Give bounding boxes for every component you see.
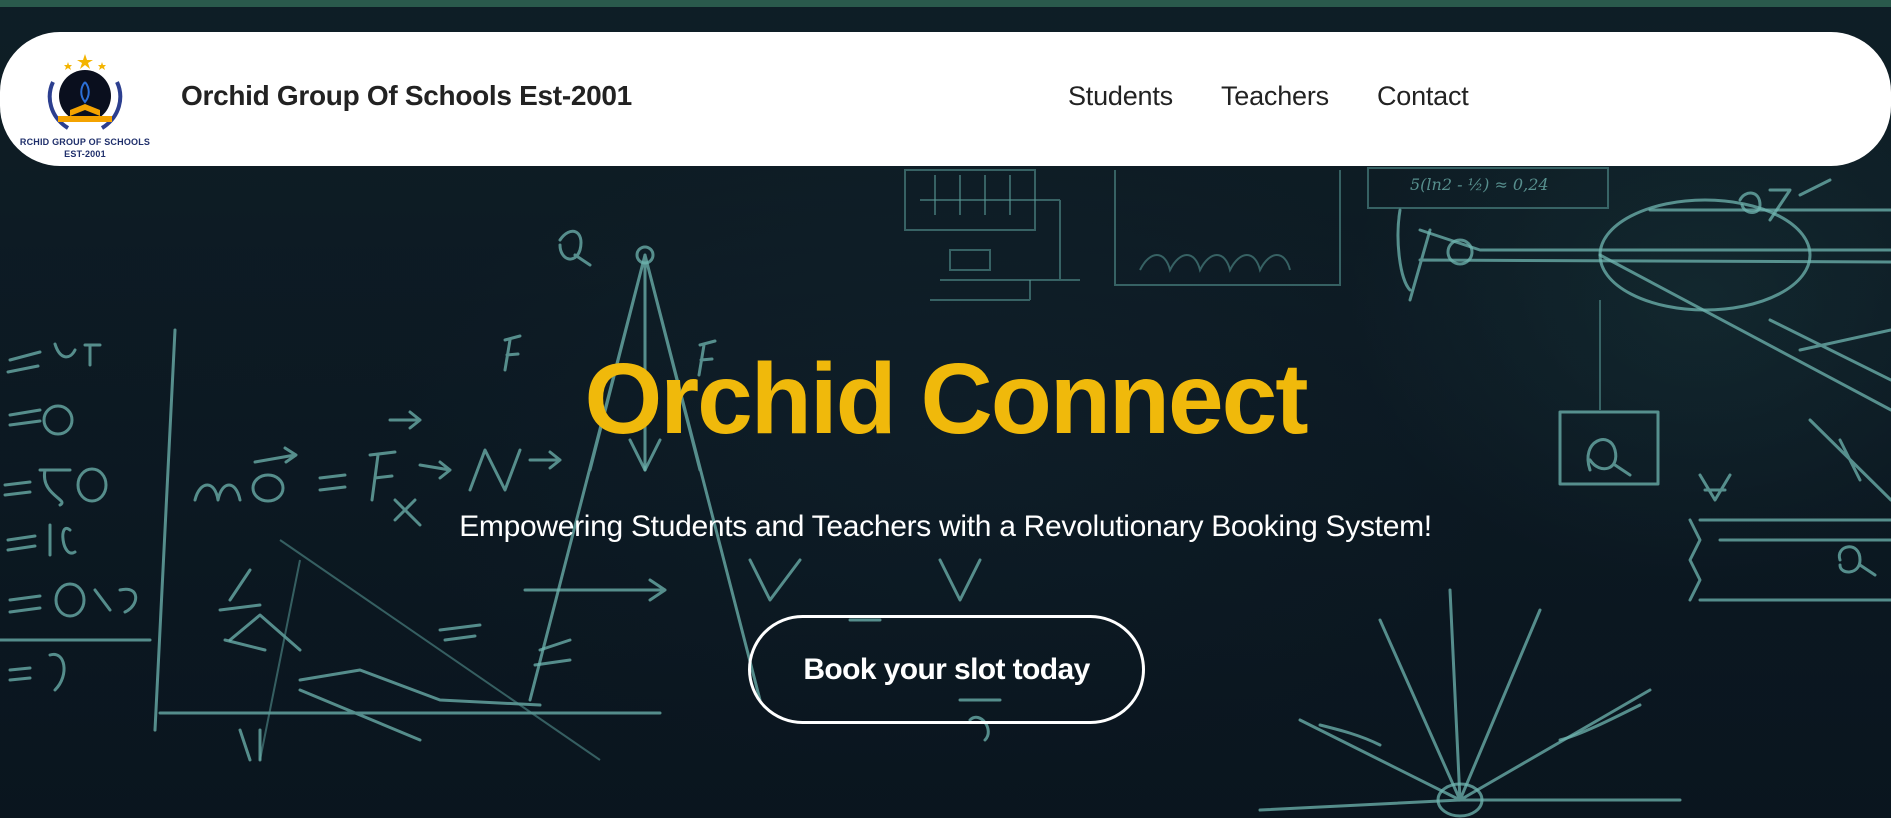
logo-caption: RCHID GROUP OF SCHOOLS EST-2001: [18, 136, 152, 160]
book-slot-button[interactable]: Book your slot today: [748, 615, 1145, 724]
nav-link-contact[interactable]: Contact: [1377, 81, 1469, 112]
nav-link-students[interactable]: Students: [1068, 81, 1173, 112]
hero-subtitle: Empowering Students and Teachers with a …: [459, 510, 1432, 543]
school-logo[interactable]: RCHID GROUP OF SCHOOLS EST-2001: [18, 52, 152, 164]
chalk-explosion: [1258, 588, 1682, 818]
hero-section: 5(ln2 - ½) ≈ 0,24 RCHID GROUP OF SCHOOLS…: [0, 0, 1891, 818]
logo-caption-line1: RCHID GROUP OF SCHOOLS: [19, 137, 151, 147]
laurel-crest-icon: [47, 54, 123, 130]
hero-title: Orchid Connect: [584, 343, 1308, 455]
top-navbar: RCHID GROUP OF SCHOOLS EST-2001 Orchid G…: [0, 32, 1891, 166]
nav-links: Students Teachers Contact: [1068, 81, 1517, 112]
svg-text:5(ln2 - ½) ≈ 0,24: 5(ln2 - ½) ≈ 0,24: [1410, 175, 1549, 194]
brand-name[interactable]: Orchid Group Of Schools Est-2001: [181, 80, 632, 112]
logo-caption-line2: EST-2001: [64, 149, 106, 159]
nav-link-teachers[interactable]: Teachers: [1221, 81, 1329, 112]
